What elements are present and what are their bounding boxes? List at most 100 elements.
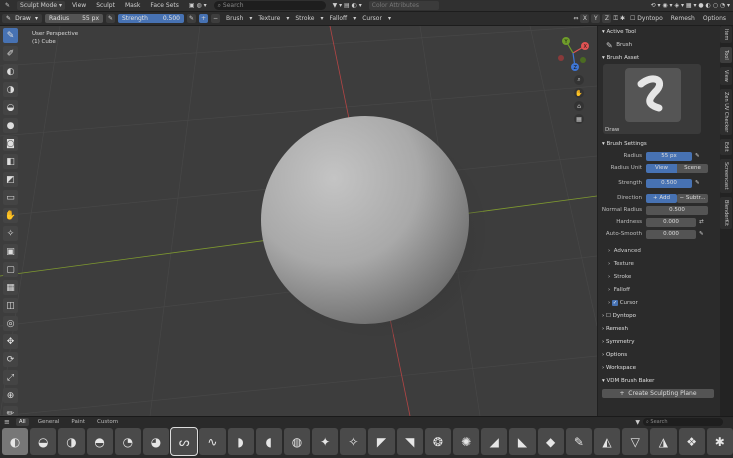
tab-view[interactable]: View [720, 67, 732, 85]
shelf-tab-paint[interactable]: Paint [68, 418, 88, 426]
symmetry-section[interactable]: › Symmetry [598, 335, 720, 348]
header-search-input[interactable]: ⌕ Search [213, 1, 326, 10]
active-tool-row[interactable]: ✎ Brush [598, 38, 720, 52]
trim-tool[interactable]: ◫ [3, 298, 18, 313]
grab-tool[interactable]: ✋ [3, 208, 18, 223]
strength-row-field[interactable]: 0.500 [646, 178, 692, 188]
smooth-tool[interactable]: ◩ [3, 172, 18, 187]
workspace-section[interactable]: › Workspace [598, 361, 720, 374]
transform-tool[interactable]: ⊕ [3, 388, 18, 403]
active-tool-header[interactable]: ▾ Active Tool [598, 26, 720, 38]
falloff-subpanel[interactable]: › Falloff [598, 283, 720, 296]
clay-strips-tool[interactable]: ◑ [3, 82, 18, 97]
auto-smooth-pressure-icon[interactable]: ✎ [699, 231, 704, 237]
brush-thumbnail-23[interactable]: ▽ [622, 428, 649, 455]
camera-icon[interactable]: ⌂ [574, 101, 584, 111]
brush-thumbnail-19[interactable]: ◣ [509, 428, 536, 455]
shelf-search-input[interactable]: ⌕ Search [643, 418, 723, 426]
cursor-checkbox[interactable]: ✓ [611, 299, 618, 306]
scale-tool[interactable]: ⤢ [3, 370, 18, 385]
auto-smooth-field[interactable]: 0.000 [646, 229, 696, 239]
brush-thumbnail-13[interactable]: ✧ [340, 428, 367, 455]
advanced-subpanel[interactable]: › Advanced [598, 244, 720, 257]
normal-radius-field[interactable]: 0.500 [646, 205, 708, 215]
viewport-canvas[interactable] [0, 26, 597, 416]
rotate-tool[interactable]: ⟳ [3, 352, 18, 367]
hardness-swap-icon[interactable]: ⇄ [699, 219, 704, 225]
brush-thumbnail-10[interactable]: ◖ [255, 428, 282, 455]
brush-thumbnail-14[interactable]: ◤ [368, 428, 395, 455]
options-section[interactable]: › Options [598, 348, 720, 361]
brush-thumbnail-21[interactable]: ✎ [565, 428, 592, 455]
inflate-tool[interactable]: ● [3, 118, 18, 133]
viewport-shading-icons[interactable]: ▣ ◍ ▾ [186, 1, 210, 10]
strength-pressure-icon[interactable]: ✎ [187, 14, 196, 23]
shelf-tab-general[interactable]: General [35, 418, 63, 426]
brush-selector[interactable]: ✎ Draw ▾ [2, 14, 42, 23]
brush-thumbnail-11[interactable]: ◍ [283, 428, 311, 455]
menu-cursor[interactable]: Cursor [359, 15, 385, 22]
stroke-subpanel[interactable]: › Stroke [598, 270, 720, 283]
box-mask-tool[interactable]: ▢ [3, 262, 18, 277]
brush-thumbnail-9[interactable]: ◗ [227, 428, 254, 455]
radius-unit-view[interactable]: View [646, 163, 677, 173]
brush-thumbnail-24[interactable]: ◮ [650, 428, 677, 455]
brush-thumbnail-17[interactable]: ✺ [453, 428, 480, 455]
pressure-icon[interactable]: ✎ [106, 14, 115, 23]
snake-hook-tool[interactable]: ✧ [3, 226, 18, 241]
menu-falloff[interactable]: Falloff [326, 15, 350, 22]
mask-tool[interactable]: ▣ [3, 244, 18, 259]
color-attributes-dropdown[interactable]: Color Attributes [368, 1, 439, 10]
editor-type-button[interactable]: ✎ [2, 1, 13, 10]
shelf-menu-icon[interactable]: ≡ [4, 418, 10, 426]
crease-tool[interactable]: ◧ [3, 154, 18, 169]
create-sculpting-plane-button[interactable]: + Create Sculpting Plane [602, 389, 714, 398]
filter-icon[interactable]: ▼ ▾ ▤ ◐ ▾ [330, 1, 365, 10]
axis-z-toggle[interactable]: Z [602, 14, 612, 23]
brush-thumbnail-20[interactable]: ◆ [537, 428, 564, 455]
strength-field[interactable]: Strength 0.500 [118, 14, 184, 23]
brush-asset-header[interactable]: ▾ Brush Asset [598, 52, 720, 64]
shelf-filter-icon[interactable]: ▼ [635, 419, 640, 426]
radius-pressure-icon[interactable]: ✎ [695, 153, 700, 159]
menu-options[interactable]: Options [700, 15, 729, 22]
sphere-mesh[interactable] [261, 116, 469, 324]
brush-thumbnail-22[interactable]: ◭ [593, 428, 621, 455]
grid-view-icon[interactable]: ▦ [574, 114, 584, 124]
tab-tool[interactable]: Tool [720, 47, 732, 64]
menu-face-sets[interactable]: Face Sets [147, 2, 181, 9]
tab-blenderkit[interactable]: BlenderKit [720, 196, 732, 229]
navigation-gizmo[interactable]: X Y Z ⌕ ✋ ⌂ ▦ [553, 33, 593, 124]
pan-hand-icon[interactable]: ✋ [574, 88, 584, 98]
menu-stroke[interactable]: Stroke [292, 15, 317, 22]
draw-sharp-tool[interactable]: ✐ [3, 46, 18, 61]
radius-field[interactable]: Radius 55 px [45, 14, 103, 23]
brush-thumbnail-3[interactable]: ◑ [58, 428, 85, 455]
dyntopo-checkbox[interactable]: ☐ Dyntopo [627, 15, 666, 22]
brush-settings-header[interactable]: ▾ Brush Settings [598, 138, 720, 150]
vdm-brush-baker-section[interactable]: ▾ VDM Brush Baker [598, 374, 720, 387]
brush-thumbnail-12[interactable]: ✦ [312, 428, 339, 455]
brush-thumbnail-25[interactable]: ❖ [678, 428, 705, 455]
brush-thumbnail-7[interactable]: ᔕ [170, 427, 199, 456]
shelf-tab-custom[interactable]: Custom [94, 418, 121, 426]
axis-x-toggle[interactable]: X [580, 14, 590, 23]
direction-subtract-button[interactable]: − Subtr... [677, 193, 708, 203]
menu-remesh[interactable]: Remesh [668, 15, 698, 22]
brush-thumbnail-1[interactable]: ◐ [2, 428, 29, 455]
axis-y-toggle[interactable]: Y [591, 14, 601, 23]
subtract-direction-icon[interactable]: − [211, 14, 220, 23]
brush-thumbnail-16[interactable]: ❂ [424, 428, 451, 455]
move-tool[interactable]: ✥ [3, 334, 18, 349]
overlay-icons[interactable]: ⟲ ▾ ◉ ▾ ◈ ▾ ▦ ▾ ● ◐ ○ ◔ ▾ [648, 1, 733, 10]
menu-view[interactable]: View [69, 2, 89, 9]
brush-thumbnail-15[interactable]: ◥ [396, 428, 423, 455]
zoom-icon[interactable]: ⌕ [574, 75, 584, 85]
dyntopo-section[interactable]: › ☐ Dyntopo [598, 309, 720, 322]
menu-mask[interactable]: Mask [122, 2, 143, 9]
menu-sculpt[interactable]: Sculpt [93, 2, 118, 9]
brush-thumbnail-4[interactable]: ◓ [86, 428, 113, 455]
brush-thumbnail-8[interactable]: ∿ [199, 428, 226, 455]
clay-tool[interactable]: ◐ [3, 64, 18, 79]
menu-texture[interactable]: Texture [255, 15, 283, 22]
